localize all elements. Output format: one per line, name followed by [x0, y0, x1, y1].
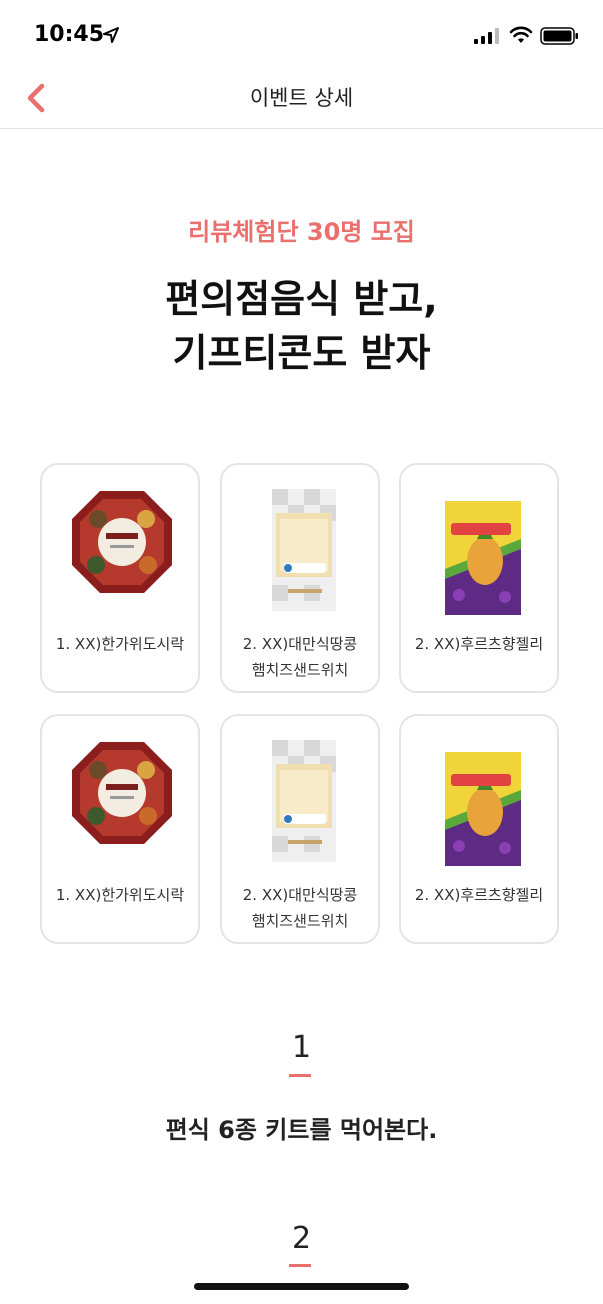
step-divider — [289, 1264, 311, 1267]
product-label: 2. XX)대만식땅콩 햄치즈샌드위치 — [242, 635, 358, 679]
product-card[interactable]: 2. XX)대만식땅콩 햄치즈샌드위치 — [220, 714, 380, 944]
product-card[interactable]: 2. XX)후르츠향젤리 — [399, 714, 559, 944]
step-divider — [289, 1074, 311, 1077]
step-number: 1 — [291, 1030, 312, 1065]
product-label: 2. XX)후르츠향젤리 — [414, 635, 544, 653]
sandwich-image — [272, 489, 336, 611]
event-subtitle: 리뷰체험단 30명 모집 — [188, 218, 415, 246]
headline-line-1: 편의점음식 받고, — [165, 277, 438, 321]
lunchbox-image — [72, 491, 172, 593]
battery-icon — [540, 27, 578, 45]
status-bar: 10:45 — [0, 0, 603, 70]
product-card[interactable]: 1. XX)한가위도시락 — [40, 463, 200, 693]
product-label: 1. XX)한가위도시락 — [55, 886, 185, 904]
jelly-pack-image — [445, 752, 521, 866]
headline-line-2: 기프티콘도 받자 — [172, 331, 431, 375]
event-headline: 편의점음식 받고, 기프티콘도 받자 — [0, 272, 603, 380]
wifi-icon — [509, 26, 533, 43]
status-time: 10:45 — [34, 22, 105, 47]
location-arrow-icon — [103, 27, 119, 43]
sandwich-image — [272, 740, 336, 862]
signal-icon — [474, 28, 499, 44]
product-card[interactable]: 1. XX)한가위도시락 — [40, 714, 200, 944]
product-card[interactable]: 2. XX)후르츠향젤리 — [399, 463, 559, 693]
header: 이벤트 상세 — [0, 70, 603, 129]
product-card[interactable]: 2. XX)대만식땅콩 햄치즈샌드위치 — [220, 463, 380, 693]
page-title: 이벤트 상세 — [249, 86, 354, 110]
jelly-pack-image — [445, 501, 521, 615]
product-label: 2. XX)후르츠향젤리 — [414, 886, 544, 904]
home-indicator — [194, 1283, 409, 1290]
product-label: 2. XX)대만식땅콩 햄치즈샌드위치 — [242, 886, 358, 930]
step-number: 2 — [291, 1221, 312, 1256]
lunchbox-image — [72, 742, 172, 844]
step-text: 편식 6종 키트를 먹어본다. — [165, 1116, 438, 1144]
product-label: 1. XX)한가위도시락 — [55, 635, 185, 653]
